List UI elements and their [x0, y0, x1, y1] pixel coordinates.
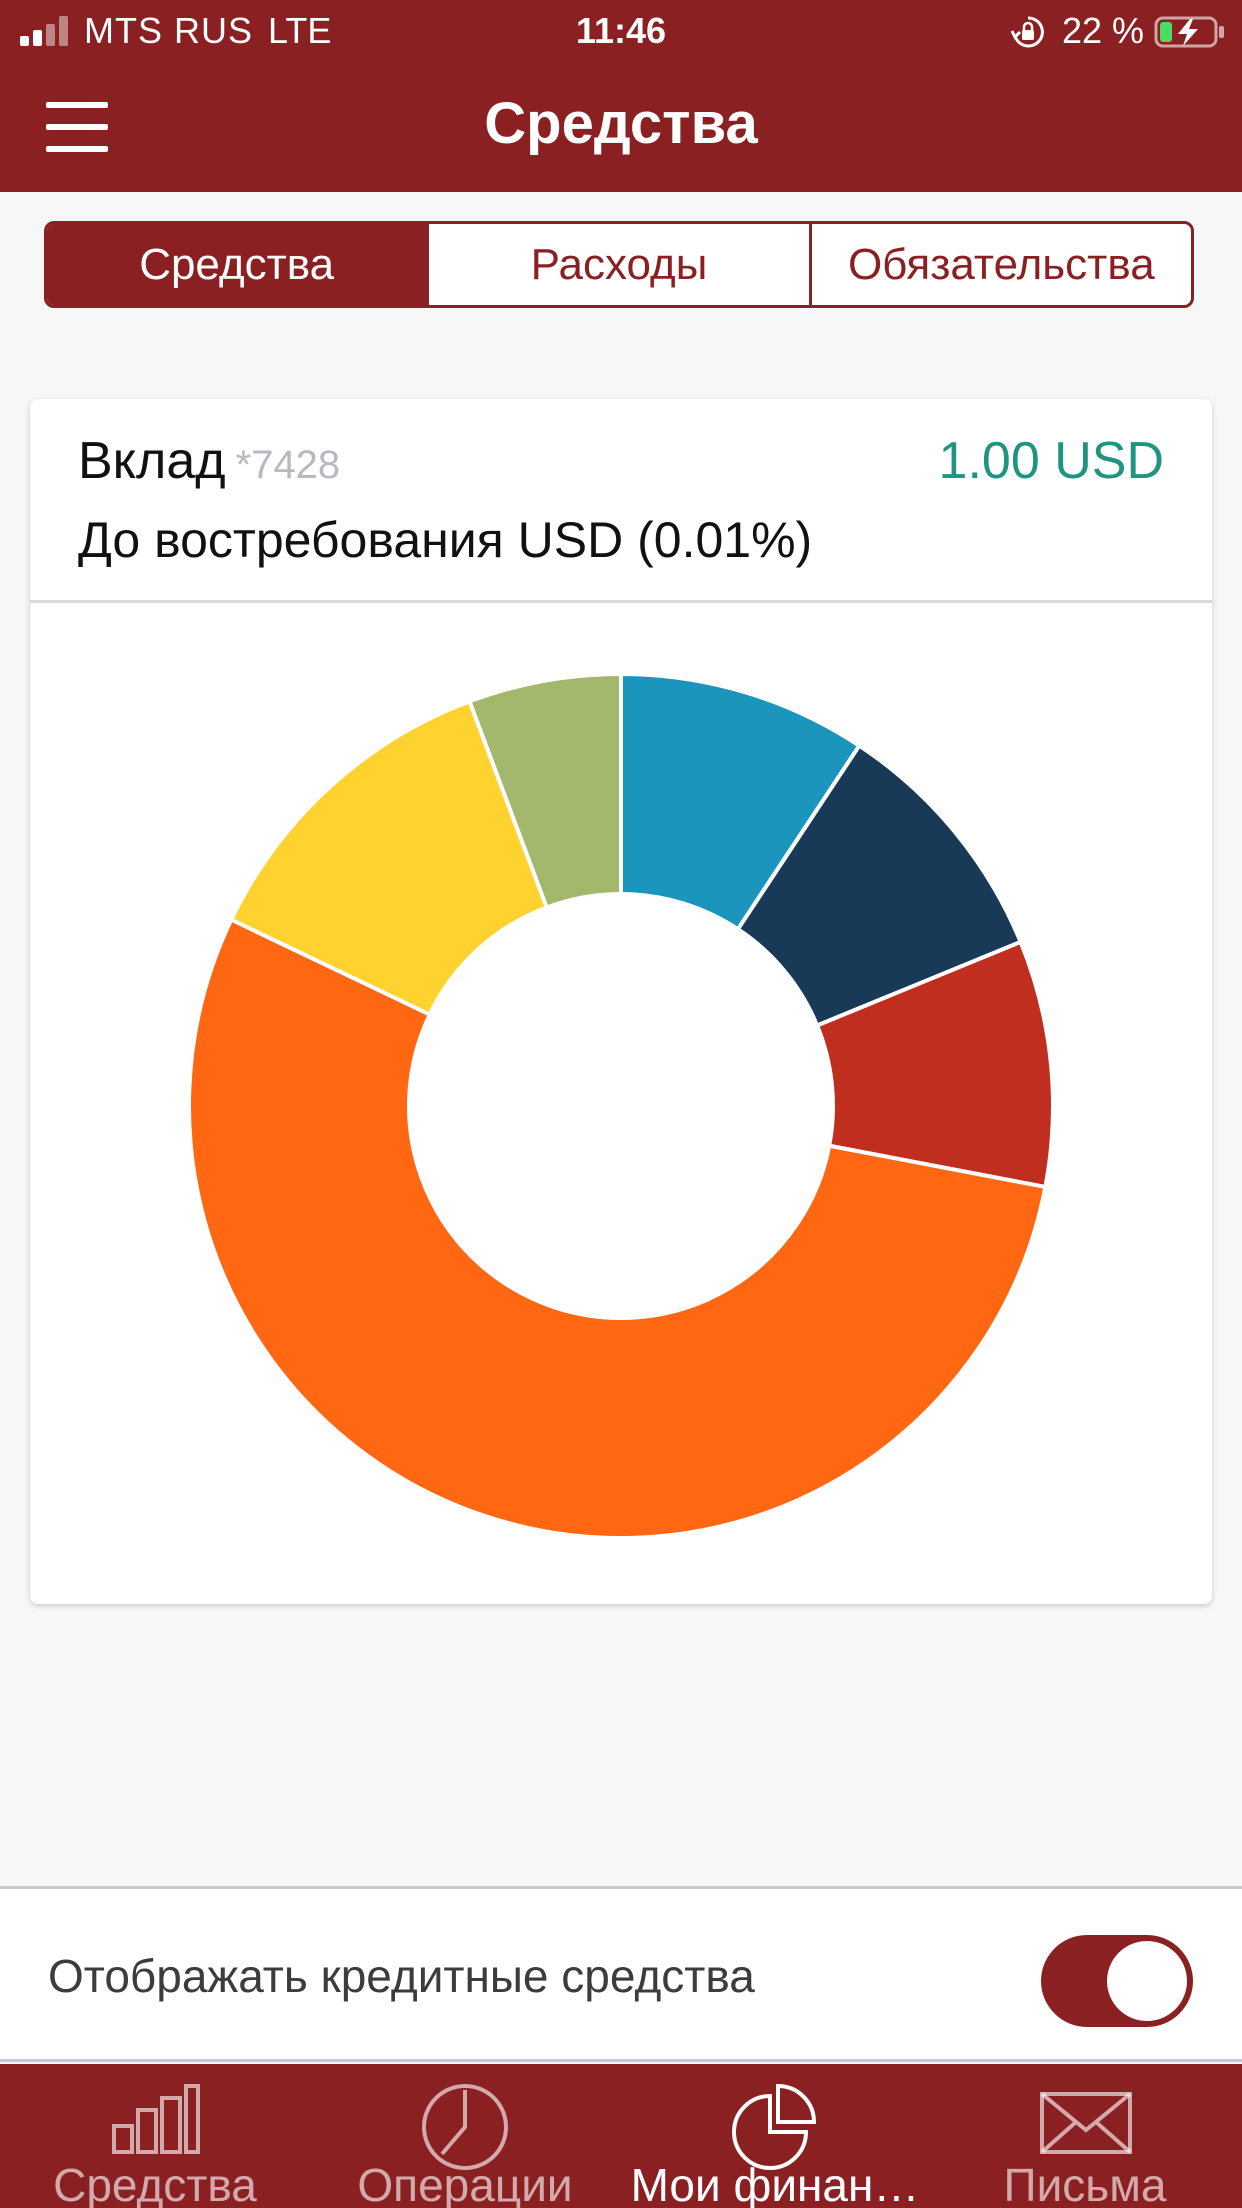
credit-toggle-label: Отображать кредитные средства — [48, 1950, 755, 2002]
tab-assets-label: Средства — [53, 2159, 257, 2208]
segment-assets[interactable]: Средства — [47, 224, 427, 305]
tab-operations-label: Операции — [357, 2159, 573, 2208]
tab-letters-label: Письма — [1003, 2159, 1167, 2208]
credit-toggle-row: Отображать кредитные средства — [0, 1886, 1242, 2062]
battery-percent: 22 % — [1062, 10, 1145, 51]
page-title: Средства — [484, 91, 758, 156]
tab-my-finances-label: Мои финан… — [630, 2159, 920, 2208]
bar-chart-icon — [112, 2084, 200, 2154]
status-bar: MTS RUS LTE 11:46 22 % — [0, 0, 1242, 62]
tab-letters[interactable]: Письма — [930, 2064, 1240, 2208]
toggle-knob — [1107, 1941, 1187, 2021]
donut-chart — [187, 671, 1055, 1540]
envelope-icon — [1040, 2092, 1132, 2154]
segment-expenses[interactable]: Расходы — [426, 224, 808, 305]
tab-assets[interactable]: Средства — [0, 2064, 310, 2208]
segment-liabilities[interactable]: Обязательства — [808, 224, 1191, 305]
tab-bar: Средства Операции Мои финан… Письма — [0, 2064, 1242, 2208]
segmented-control: Средства Расходы Обязательства — [44, 221, 1194, 308]
account-card[interactable]: Вклад *7428 1.00 USD До востребования USD… — [30, 399, 1212, 1604]
credit-toggle-switch[interactable] — [1041, 1935, 1193, 2027]
rotation-lock-icon — [1010, 16, 1044, 48]
battery-charging-icon — [1154, 16, 1224, 48]
navigation-bar: Средства — [0, 62, 1242, 192]
tab-my-finances[interactable]: Мои финан… — [620, 2064, 930, 2208]
tab-operations[interactable]: Операции — [310, 2064, 620, 2208]
status-time: 11:46 — [575, 10, 667, 51]
